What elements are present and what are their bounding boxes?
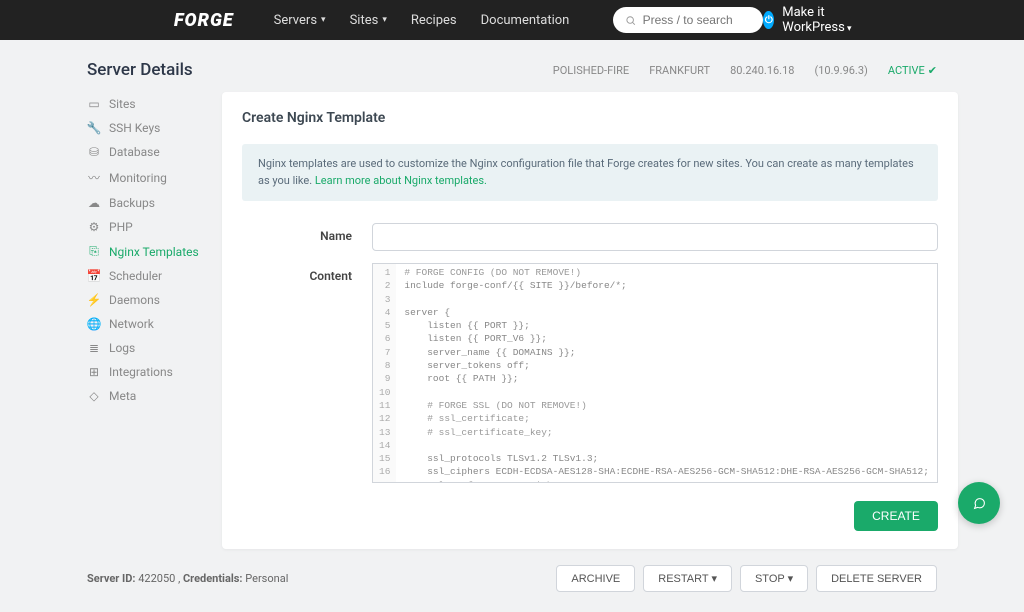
logo: FORGE xyxy=(174,10,234,31)
code-editor[interactable]: 1 2 3 4 5 6 7 8 9 10 11 12 13 14 15 16 1… xyxy=(372,263,938,483)
footer: Server ID: 422050 , Credentials: Persona… xyxy=(87,565,937,592)
sidebar-icon: ◇ xyxy=(87,389,101,403)
delete-server-button[interactable]: DELETE SERVER xyxy=(816,565,937,592)
server-region: FRANKFURT xyxy=(649,64,710,77)
footer-info: Server ID: 422050 , Credentials: Persona… xyxy=(87,572,288,585)
sidebar-item-monitoring[interactable]: 〰Monitoring xyxy=(87,164,202,191)
search-input-wrap[interactable] xyxy=(613,7,763,33)
server-name: POLISHED-FIRE xyxy=(553,64,629,77)
restart-button[interactable]: RESTART ▾ xyxy=(643,565,732,592)
info-alert: Nginx templates are used to customize th… xyxy=(242,144,938,201)
create-button[interactable]: CREATE xyxy=(854,501,938,531)
line-gutter: 1 2 3 4 5 6 7 8 9 10 11 12 13 14 15 16 1… xyxy=(373,264,396,482)
sidebar-icon: 🌐 xyxy=(87,317,101,331)
topbar: FORGE Servers Sites Recipes Documentatio… xyxy=(0,0,1024,40)
power-icon: ⏻ xyxy=(763,11,774,29)
name-input[interactable] xyxy=(372,223,938,251)
nav-sites[interactable]: Sites xyxy=(350,13,387,28)
sidebar-item-meta[interactable]: ◇Meta xyxy=(87,384,202,408)
sidebar-item-database[interactable]: ⛁Database xyxy=(87,140,202,164)
sidebar-item-scheduler[interactable]: 📅Scheduler xyxy=(87,264,202,288)
sidebar-item-sites[interactable]: ▭Sites xyxy=(87,92,202,116)
server-meta: POLISHED-FIRE FRANKFURT 80.240.16.18 (10… xyxy=(553,64,937,77)
server-private-ip: (10.9.96.3) xyxy=(814,64,867,77)
nav-servers[interactable]: Servers xyxy=(274,13,326,28)
search-icon xyxy=(625,14,636,27)
sidebar-icon: 📅 xyxy=(87,269,101,283)
server-ip: 80.240.16.18 xyxy=(730,64,794,77)
sidebar-icon: ☁ xyxy=(87,196,101,210)
sidebar-icon: ⎘ xyxy=(87,244,101,259)
sidebar-icon: 〰 xyxy=(87,169,101,186)
archive-button[interactable]: ARCHIVE xyxy=(556,565,635,592)
code-content[interactable]: # FORGE CONFIG (DO NOT REMOVE!) include … xyxy=(396,264,937,482)
main-panel: Create Nginx Template Nginx templates ar… xyxy=(222,92,958,549)
nav-documentation[interactable]: Documentation xyxy=(481,13,570,28)
account-label: Make it WorkPress xyxy=(782,5,852,35)
sidebar-item-integrations[interactable]: ⊞Integrations xyxy=(87,360,202,384)
sidebar-item-php[interactable]: ⚙PHP xyxy=(87,215,202,239)
status-badge: ACTIVE ✔ xyxy=(888,64,937,77)
nav-recipes[interactable]: Recipes xyxy=(411,13,457,28)
sidebar-item-ssh-keys[interactable]: 🔧SSH Keys xyxy=(87,116,202,140)
sidebar-item-logs[interactable]: ≣Logs xyxy=(87,336,202,360)
account-menu[interactable]: ⏻ Make it WorkPress xyxy=(763,5,852,35)
sidebar-item-nginx-templates[interactable]: ⎘Nginx Templates xyxy=(87,239,202,264)
sidebar-item-backups[interactable]: ☁Backups xyxy=(87,191,202,215)
main-nav: Servers Sites Recipes Documentation xyxy=(274,7,764,33)
page-title: Server Details xyxy=(87,60,193,80)
content-label: Content xyxy=(242,263,372,483)
name-label: Name xyxy=(242,223,372,251)
sidebar-icon: ⊞ xyxy=(87,365,101,379)
sidebar-icon: ≣ xyxy=(87,341,101,355)
page-header: Server Details POLISHED-FIRE FRANKFURT 8… xyxy=(87,60,937,80)
sidebar-icon: ▭ xyxy=(87,97,101,111)
stop-button[interactable]: STOP ▾ xyxy=(740,565,808,592)
sidebar-item-network[interactable]: 🌐Network xyxy=(87,312,202,336)
sidebar-icon: ⚡ xyxy=(87,293,101,307)
sidebar-icon: ⛁ xyxy=(87,145,101,159)
learn-more-link[interactable]: Learn more about Nginx templates. xyxy=(315,174,487,187)
sidebar-item-daemons[interactable]: ⚡Daemons xyxy=(87,288,202,312)
check-icon: ✔ xyxy=(928,64,937,77)
sidebar-icon: 🔧 xyxy=(87,121,101,135)
sidebar: ▭Sites🔧SSH Keys⛁Database〰Monitoring☁Back… xyxy=(87,92,202,549)
help-fab[interactable] xyxy=(958,482,1000,524)
sidebar-icon: ⚙ xyxy=(87,220,101,234)
panel-heading: Create Nginx Template xyxy=(242,110,938,126)
search-input[interactable] xyxy=(643,13,752,27)
chat-icon xyxy=(973,497,986,510)
